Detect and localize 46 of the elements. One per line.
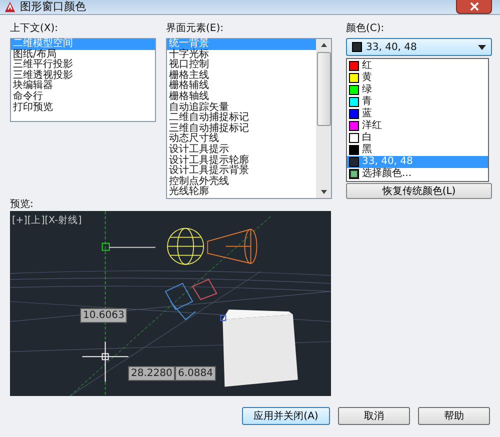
dimension-tooltip: 10.6063 <box>80 308 128 323</box>
color-swatch <box>352 42 362 52</box>
close-icon <box>470 2 478 11</box>
scroll-down-icon[interactable] <box>320 189 328 195</box>
element-item[interactable]: 光线轮廓 <box>167 187 316 198</box>
close-button[interactable] <box>456 0 492 14</box>
caret-icon <box>478 44 486 50</box>
dimension-tooltip: 6.0884 <box>175 366 216 381</box>
color-option[interactable]: 洋红 <box>347 120 488 132</box>
color-option[interactable]: 红 <box>347 60 488 72</box>
context-item[interactable]: 命令行 <box>11 92 155 103</box>
dimension-tooltip: 28.2280 <box>128 366 176 381</box>
elements-label: 界面元素(E): <box>166 23 224 35</box>
dialog-button[interactable]: 帮助 <box>418 407 490 425</box>
element-item[interactable]: 栅格辅线 <box>167 81 316 92</box>
color-value: 33, 40, 48 <box>366 42 417 52</box>
scroll-up-icon[interactable] <box>320 42 328 48</box>
restore-colors-button[interactable]: 恢复传统颜色(L) <box>346 183 492 199</box>
color-option[interactable]: 黑 <box>347 144 488 156</box>
preview-label: 预览: <box>10 199 34 210</box>
element-item[interactable]: 动态尺寸线 <box>167 134 316 145</box>
element-item[interactable]: 设计工具提示背景 <box>167 166 316 177</box>
element-item[interactable]: 二维自动捕捉标记 <box>167 113 316 124</box>
element-item[interactable]: 视口控制 <box>167 60 316 71</box>
color-option[interactable]: 黄 <box>347 72 488 84</box>
color-option[interactable]: 绿 <box>347 84 488 96</box>
color-option[interactable]: 选择颜色... <box>347 168 488 180</box>
element-item[interactable]: 设计工具提示 <box>167 144 316 156</box>
app-logo-icon <box>4 1 16 13</box>
color-dropdown[interactable]: 33, 40, 48 <box>346 38 492 56</box>
color-option[interactable]: 青 <box>347 96 488 108</box>
window-title: 图形窗口颜色 <box>20 1 86 13</box>
viewport-label[interactable]: [+][上][X-射线] <box>12 214 82 227</box>
palette-icon <box>349 169 359 179</box>
color-option[interactable]: 蓝 <box>347 108 488 120</box>
color-option[interactable]: 白 <box>347 132 488 144</box>
context-item[interactable]: 三维平行投影 <box>11 60 155 71</box>
context-item[interactable]: 打印预览 <box>11 102 155 114</box>
color-label: 颜色(C): <box>346 23 386 35</box>
dialog-button[interactable]: 取消 <box>338 407 410 425</box>
scroll-thumb[interactable] <box>316 52 330 126</box>
scrollbar[interactable] <box>316 39 331 198</box>
dialog-button[interactable]: 应用并关闭(A) <box>242 407 330 425</box>
element-item[interactable]: 栅格轴线 <box>167 92 316 103</box>
context-item[interactable]: 块编辑器 <box>11 81 155 92</box>
context-label: 上下文(X): <box>10 23 60 35</box>
